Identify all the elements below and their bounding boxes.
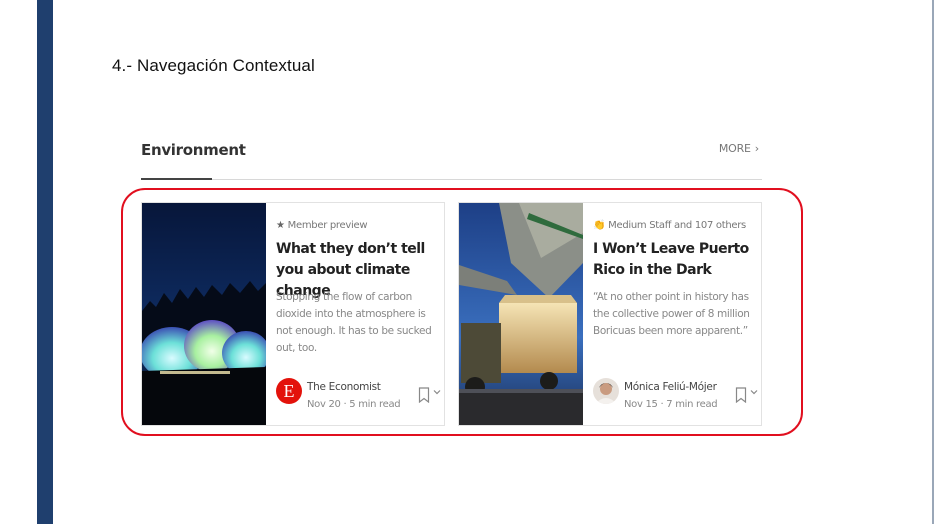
economist-logo-letter: E [283,381,295,401]
article-description[interactable]: Stopping the flow of carbon dioxide into… [276,289,442,357]
article-description[interactable]: “At no other point in history has the co… [593,289,759,340]
card-meta-text: Member preview [287,220,368,231]
bookmark-icon[interactable] [418,387,430,403]
article-image-biodomes[interactable] [142,203,266,425]
star-icon: ★ [276,220,285,231]
more-label: MORE [718,142,751,155]
section-title: Environment [141,141,246,159]
card-body: 👏 Medium Staff and 107 others I Won’t Lea… [593,203,758,425]
article-date-read: Nov 20 · 5 min read [307,399,401,410]
card-body: ★ Member preview What they don’t tell you… [276,203,441,425]
author-avatar[interactable] [593,378,619,404]
chevron-right-icon: › [754,142,759,155]
article-date-read: Nov 15 · 7 min read [624,399,718,410]
slide-left-bar [37,0,53,524]
section-divider-active [141,178,212,180]
article-image-cargo-plane[interactable] [459,203,583,425]
section-divider [141,179,762,180]
card-meta: ★ Member preview [276,220,368,231]
chevron-down-icon[interactable] [749,387,759,397]
article-card[interactable]: ★ Member preview What they don’t tell you… [141,202,445,426]
more-link[interactable]: MORE › [719,142,759,155]
slide-title: 4.- Navegación Contextual [112,56,315,75]
author-name[interactable]: Mónica Feliú-Mójer [624,381,717,393]
author-name[interactable]: The Economist [307,381,381,393]
article-title[interactable]: I Won’t Leave Puerto Rico in the Dark [593,239,759,281]
article-card[interactable]: 👏 Medium Staff and 107 others I Won’t Lea… [458,202,762,426]
chevron-down-icon[interactable] [432,387,442,397]
clap-icon: 👏 [593,220,606,231]
bookmark-icon[interactable] [735,387,747,403]
author-avatar[interactable]: E [276,378,302,404]
card-meta-text: Medium Staff and 107 others [608,220,746,231]
card-meta: 👏 Medium Staff and 107 others [593,220,746,231]
